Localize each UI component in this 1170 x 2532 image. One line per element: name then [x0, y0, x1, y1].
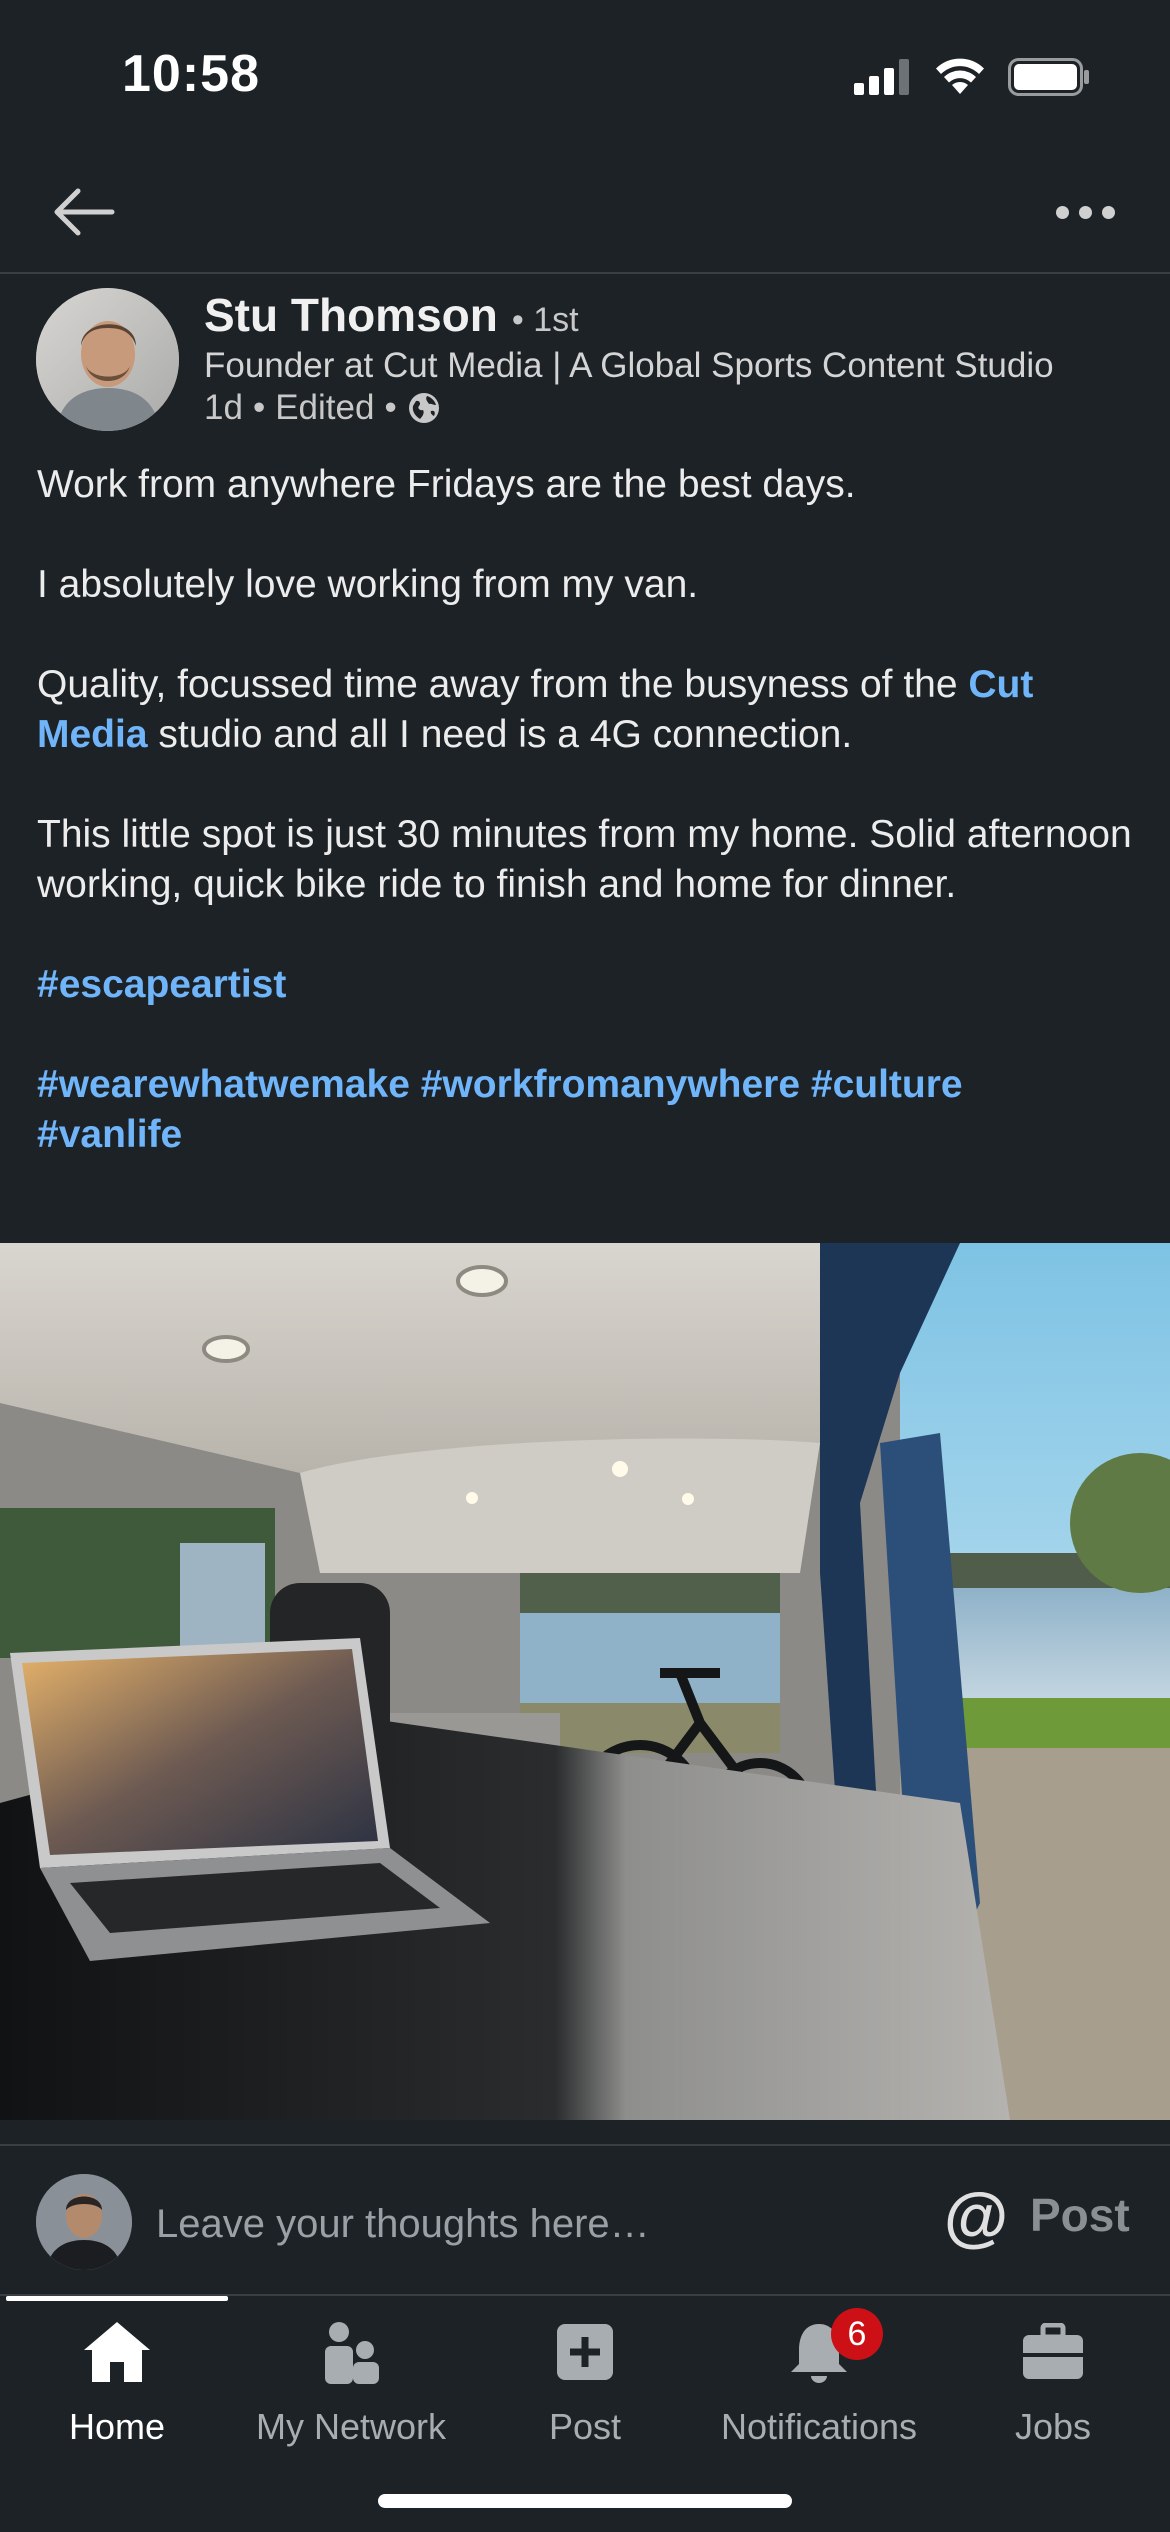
notification-badge: 6 [831, 2308, 883, 2360]
back-button[interactable] [44, 172, 124, 252]
hashtag-link[interactable]: #workfromanywhere [421, 1063, 800, 1106]
hashtag-link[interactable]: #vanlife [37, 1113, 182, 1156]
van-interior-photo [0, 1243, 1170, 2120]
bell-icon: 6 [779, 2308, 883, 2390]
post-text-line: I absolutely love working from my van. [37, 563, 699, 606]
tab-home[interactable]: Home [0, 2314, 234, 2454]
post-body: Work from anywhere Fridays are the best … [37, 460, 1137, 1210]
cellular-signal-icon [854, 59, 909, 95]
hashtag-link[interactable]: #culture [811, 1063, 963, 1106]
battery-icon [1008, 58, 1089, 96]
tab-label: My Network [255, 2406, 447, 2447]
edited-label: Edited [275, 388, 375, 427]
tab-label: Notifications [720, 2406, 918, 2447]
comment-input[interactable] [156, 2194, 876, 2254]
active-tab-indicator [6, 2296, 228, 2301]
status-time: 10:58 [122, 45, 260, 103]
tab-label: Post [548, 2406, 622, 2447]
post-text-paragraph: This little spot is just 30 minutes from… [37, 813, 1132, 906]
author-avatar[interactable] [36, 288, 179, 431]
hashtag-link[interactable]: #escapeartist [37, 963, 286, 1006]
hashtag-list: #wearewhatwemake #workfromanywhere #cult… [37, 1060, 1137, 1160]
plus-square-icon [545, 2314, 625, 2390]
user-avatar [36, 2174, 132, 2270]
more-options-button[interactable] [1040, 172, 1130, 252]
author-name-line: Stu Thomson • 1st [204, 288, 1144, 342]
tab-my-network[interactable]: My Network [234, 2314, 468, 2454]
arrow-left-icon [54, 188, 115, 236]
author-name[interactable]: Stu Thomson [204, 288, 498, 342]
nav-bar [0, 150, 1170, 274]
post-meta: 1d • Edited • [204, 388, 1144, 428]
post-comment-button[interactable]: Post [1030, 2188, 1130, 2242]
briefcase-icon [1013, 2314, 1093, 2390]
more-horizontal-icon [1055, 205, 1069, 219]
home-indicator [378, 2494, 792, 2508]
post-header: Stu Thomson • 1st Founder at Cut Media |… [36, 288, 1136, 438]
post-text-line: Work from anywhere Fridays are the best … [37, 463, 856, 506]
network-icon [311, 2314, 391, 2390]
comment-bar: @ Post [0, 2144, 1170, 2294]
author-block: Stu Thomson • 1st Founder at Cut Media |… [204, 288, 1144, 428]
post-text-paragraph: Quality, focussed time away from the bus… [37, 663, 1034, 756]
status-bar: 10:58 [0, 0, 1170, 150]
tab-label: Jobs [1014, 2406, 1092, 2447]
globe-icon [408, 393, 439, 423]
post-image[interactable] [0, 1243, 1170, 2120]
tab-post[interactable]: Post [468, 2314, 702, 2454]
tab-notifications[interactable]: 6 Notifications [702, 2308, 936, 2454]
status-icons [854, 58, 1090, 96]
mention-button[interactable]: @ [936, 2176, 1016, 2256]
connection-degree: • 1st [511, 301, 579, 339]
tab-jobs[interactable]: Jobs [936, 2314, 1170, 2454]
home-icon [77, 2314, 157, 2390]
tab-label: Home [68, 2406, 166, 2447]
wifi-icon [936, 58, 984, 94]
at-sign-icon: @ [943, 2179, 1009, 2253]
author-headline: Founder at Cut Media | A Global Sports C… [204, 346, 1054, 385]
hashtag-link[interactable]: #wearewhatwemake [37, 1063, 410, 1106]
post-time: 1d [204, 388, 243, 427]
